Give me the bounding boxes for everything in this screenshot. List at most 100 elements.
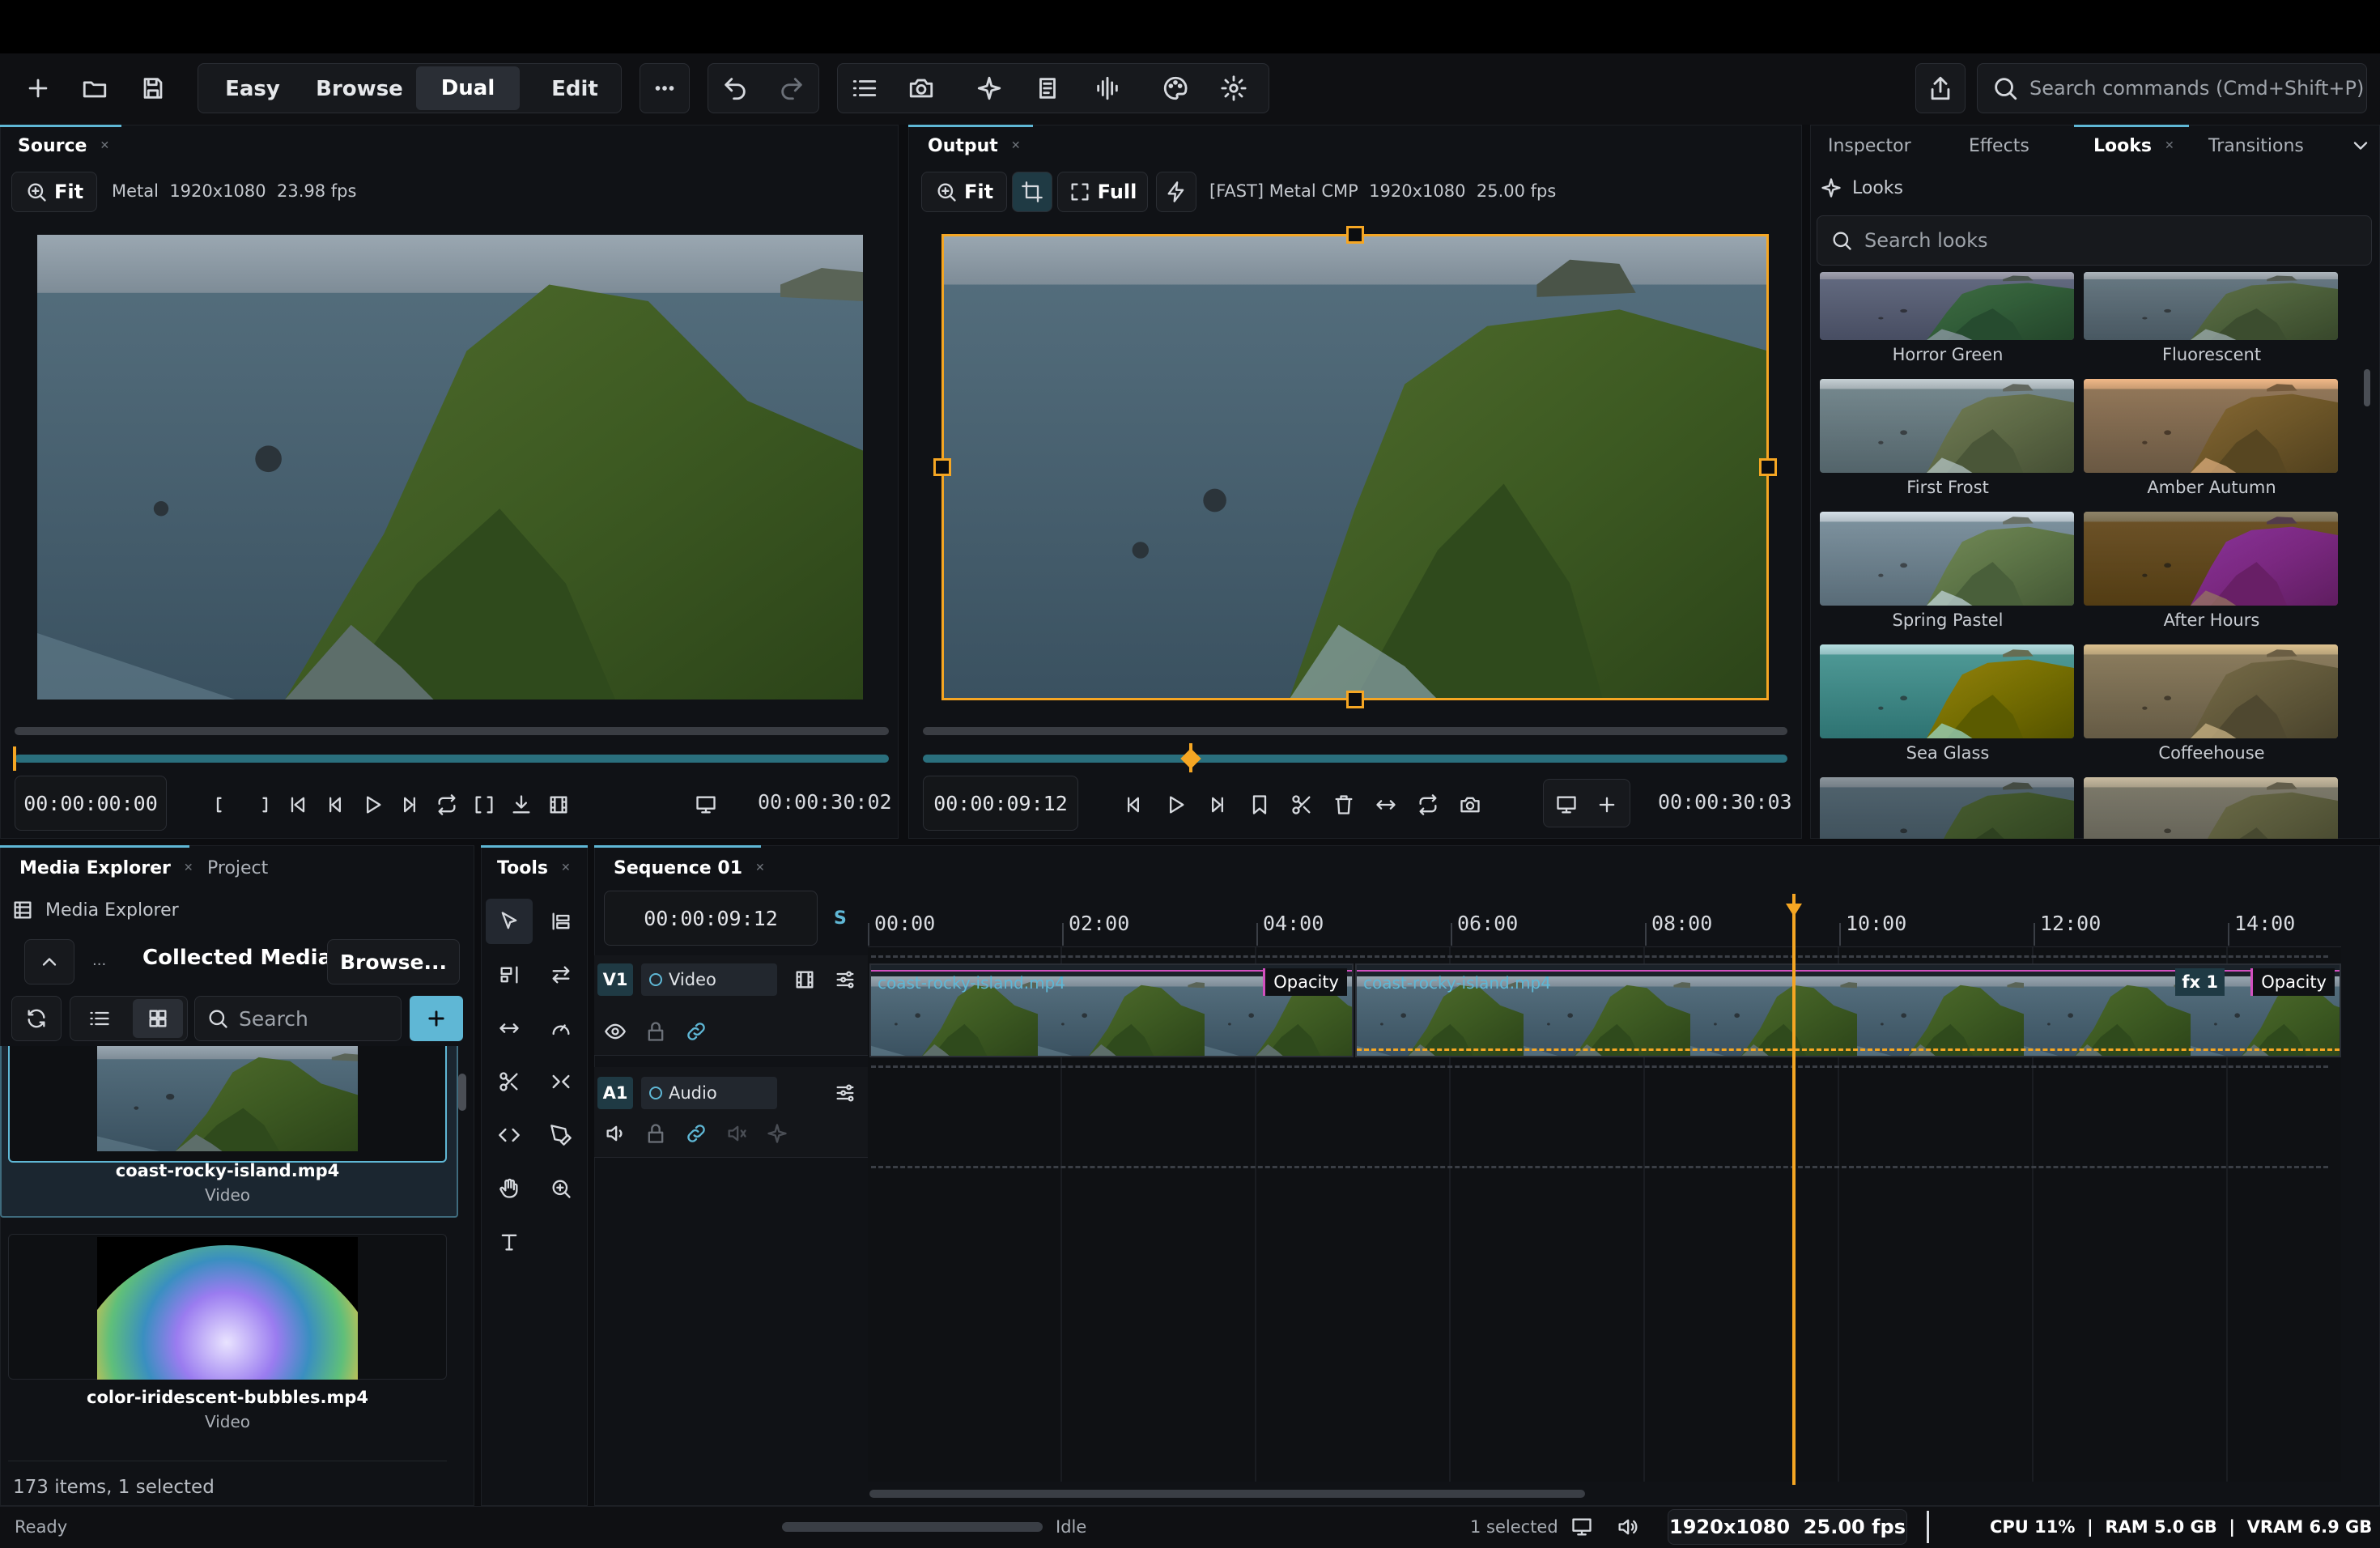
source-video-frame[interactable] [37, 235, 863, 700]
source-playhead[interactable] [13, 746, 16, 771]
new-icon[interactable] [18, 68, 58, 108]
redo-icon[interactable] [769, 68, 814, 108]
mark-in-icon[interactable] [212, 793, 235, 816]
source-zoom-button[interactable]: Fit [11, 172, 97, 212]
looks-search-input[interactable]: Search looks [1817, 215, 2372, 266]
output-full-button[interactable]: Full [1057, 172, 1148, 212]
mark-out-icon[interactable] [249, 793, 272, 816]
solo-icon[interactable] [761, 1117, 793, 1150]
swap-icon[interactable] [1375, 793, 1397, 816]
output-transform-box[interactable] [941, 234, 1769, 700]
opacity-badge[interactable]: Opacity [2250, 968, 2335, 996]
source-scrub-track[interactable] [15, 727, 889, 735]
sparkle-icon[interactable] [967, 68, 1012, 108]
mode-dual-button[interactable]: Dual [416, 66, 520, 110]
volume-icon[interactable] [1611, 1511, 1643, 1543]
track-id-a1[interactable]: A1 [597, 1077, 633, 1109]
crop-icon[interactable] [1012, 172, 1052, 212]
list-view-icon[interactable] [74, 1001, 125, 1036]
transform-handle-right[interactable] [1759, 458, 1777, 476]
track-name-a1[interactable]: Audio [641, 1077, 777, 1109]
source-monitor-icon[interactable] [690, 787, 722, 823]
tab-source[interactable]: Source ✕ [18, 128, 109, 164]
hand-icon[interactable] [486, 1166, 533, 1211]
output-timecode-in[interactable]: 00:00:09:12 [923, 776, 1078, 831]
snap-toggle[interactable]: S [834, 908, 847, 929]
track-settings-icon[interactable] [829, 1077, 861, 1109]
timeline-timecode[interactable]: 00:00:09:12 [604, 891, 818, 946]
tab-looks[interactable]: Looks ✕ [2093, 128, 2174, 164]
mode-browse-button[interactable]: Browse [311, 71, 408, 107]
timeline-hscroll[interactable] [869, 1490, 1585, 1498]
refresh-icon[interactable] [11, 996, 62, 1041]
timeline-playhead[interactable] [1786, 894, 1802, 1485]
browse-button[interactable]: Browse... [327, 939, 460, 985]
chevron-down-icon[interactable] [2344, 130, 2377, 162]
look-thumb-first-frost[interactable] [1820, 379, 2074, 473]
trash-icon[interactable] [1332, 793, 1355, 816]
link-icon[interactable] [680, 1015, 712, 1048]
mute-icon[interactable] [720, 1117, 753, 1150]
snapshot-icon[interactable] [1459, 793, 1481, 816]
look-thumb-next[interactable] [1820, 777, 2074, 839]
lock-icon[interactable] [640, 1117, 672, 1150]
go-start-icon[interactable] [287, 793, 309, 816]
track-id-v1[interactable]: V1 [597, 963, 633, 996]
speed-icon[interactable] [538, 1006, 584, 1051]
look-thumb-horror-green[interactable] [1820, 272, 2074, 340]
look-thumb-spring-pastel[interactable] [1820, 512, 2074, 606]
tab-inspector[interactable]: Inspector [1828, 128, 1911, 164]
tab-effects[interactable]: Effects [1969, 128, 2029, 164]
timeline-clip[interactable]: coast-rocky-island.mp4 Opacity [869, 963, 1354, 1057]
scissors-icon[interactable] [1290, 793, 1313, 816]
razor-icon[interactable] [486, 1059, 533, 1104]
media-search-input[interactable]: Search [194, 996, 402, 1041]
play-icon[interactable] [361, 793, 384, 816]
tab-output[interactable]: Output ✕ [928, 128, 1021, 164]
code-icon[interactable] [486, 1112, 533, 1158]
speaker-icon[interactable] [599, 1117, 631, 1150]
track-name-v1[interactable]: Video [641, 963, 777, 996]
fx-badge[interactable]: fx 1 [2175, 968, 2225, 996]
join-icon[interactable] [538, 1059, 584, 1104]
zoom-tool-icon[interactable] [538, 1166, 584, 1211]
media-item-next[interactable] [8, 1461, 447, 1467]
look-thumb-fluorescent[interactable] [2084, 272, 2338, 340]
output-playhead[interactable] [1180, 743, 1201, 772]
monitor-icon[interactable] [1566, 1511, 1598, 1543]
looks-scrollbar[interactable] [2364, 369, 2370, 406]
insert-icon[interactable] [510, 793, 533, 816]
palette-icon[interactable] [1153, 68, 1198, 108]
select-arrow-icon[interactable] [486, 899, 533, 944]
brackets-icon[interactable] [473, 793, 495, 816]
waveform-icon[interactable] [1085, 68, 1130, 108]
ripple-icon[interactable] [486, 952, 533, 997]
step-back-icon[interactable] [1122, 793, 1145, 816]
output-zoom-button[interactable]: Fit [921, 172, 1007, 212]
close-icon[interactable]: ✕ [561, 861, 571, 874]
play-icon[interactable] [1164, 793, 1187, 816]
look-thumb-next[interactable] [2084, 777, 2338, 839]
collected-media-label[interactable]: Collected Media [142, 946, 332, 970]
transform-handle-left[interactable] [933, 458, 951, 476]
text-tool-icon[interactable] [486, 1219, 533, 1265]
save-icon[interactable] [133, 68, 173, 108]
camera-icon[interactable] [899, 68, 944, 108]
step-back-icon[interactable] [324, 793, 346, 816]
bookmark-icon[interactable] [1248, 793, 1271, 816]
close-icon[interactable]: ✕ [1011, 139, 1021, 152]
look-thumb-sea-glass[interactable] [1820, 644, 2074, 738]
track-settings-icon[interactable] [829, 963, 861, 996]
step-forward-icon[interactable] [1206, 793, 1229, 816]
more-icon[interactable] [640, 63, 690, 113]
subtitles-icon[interactable] [1025, 68, 1070, 108]
tab-project[interactable]: Project [207, 850, 268, 886]
list-icon[interactable] [842, 68, 887, 108]
import-add-icon[interactable] [410, 996, 463, 1041]
output-scrub-track[interactable] [923, 727, 1787, 735]
close-icon[interactable]: ✕ [2165, 139, 2174, 152]
settings-gear-icon[interactable] [1211, 68, 1256, 108]
close-icon[interactable]: ✕ [184, 861, 193, 874]
media-scrollbar[interactable] [458, 1074, 466, 1111]
output-progress-track[interactable] [923, 755, 1787, 763]
